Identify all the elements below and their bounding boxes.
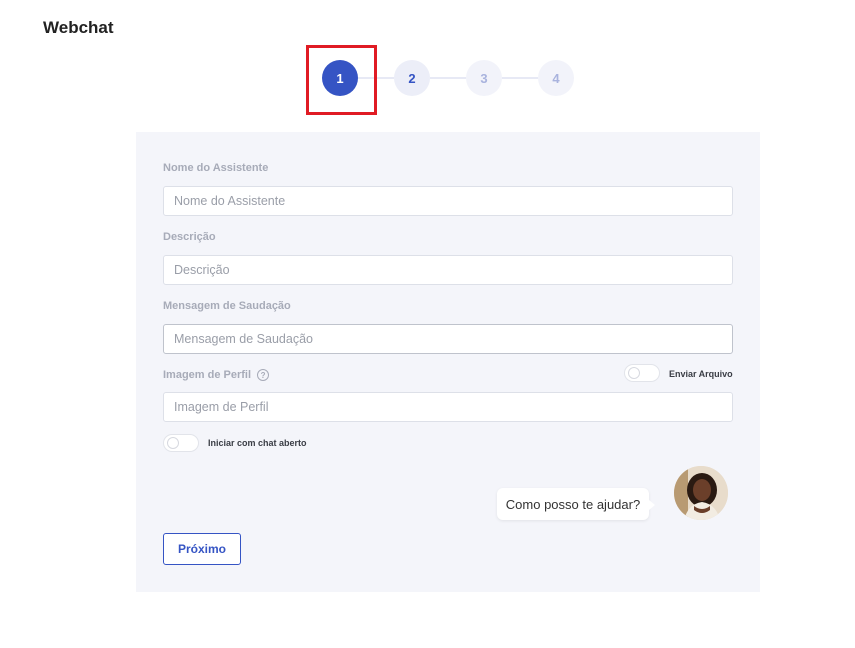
current-step-highlight [306,45,377,115]
assistant-avatar [674,466,728,520]
send-file-label: Enviar Arquivo [669,369,733,379]
profile-image-label-row: Imagem de Perfil ? [163,369,270,381]
chat-preview-text: Como posso te ajudar? [505,496,641,512]
assistant-name-label: Nome do Assistente [163,162,269,174]
step-2[interactable]: 2 [394,60,430,96]
greeting-input[interactable] [163,324,733,354]
step-3[interactable]: 3 [466,60,502,96]
toggle-knob [167,437,179,449]
profile-image-label: Imagem de Perfil [163,369,252,381]
description-label: Descrição [163,231,216,243]
greeting-label: Mensagem de Saudação [163,300,291,312]
step-connector [502,77,538,79]
step-4[interactable]: 4 [538,60,574,96]
description-input[interactable] [163,255,733,285]
profile-image-input[interactable] [163,392,733,422]
page-title: Webchat [43,18,114,37]
chat-preview-bubble: Como posso te ajudar? [497,488,655,520]
webchat-form-panel: Nome do Assistente Descrição Mensagem de… [136,132,760,592]
help-icon[interactable]: ? [257,369,270,381]
step-connector [430,77,466,79]
open-chat-toggle[interactable] [163,434,199,452]
send-file-toggle[interactable] [624,364,660,382]
avatar-image [674,466,728,520]
assistant-name-input[interactable] [163,186,733,216]
toggle-knob [628,367,640,379]
next-button[interactable]: Próximo [163,533,241,565]
open-chat-label: Iniciar com chat aberto [208,438,307,448]
